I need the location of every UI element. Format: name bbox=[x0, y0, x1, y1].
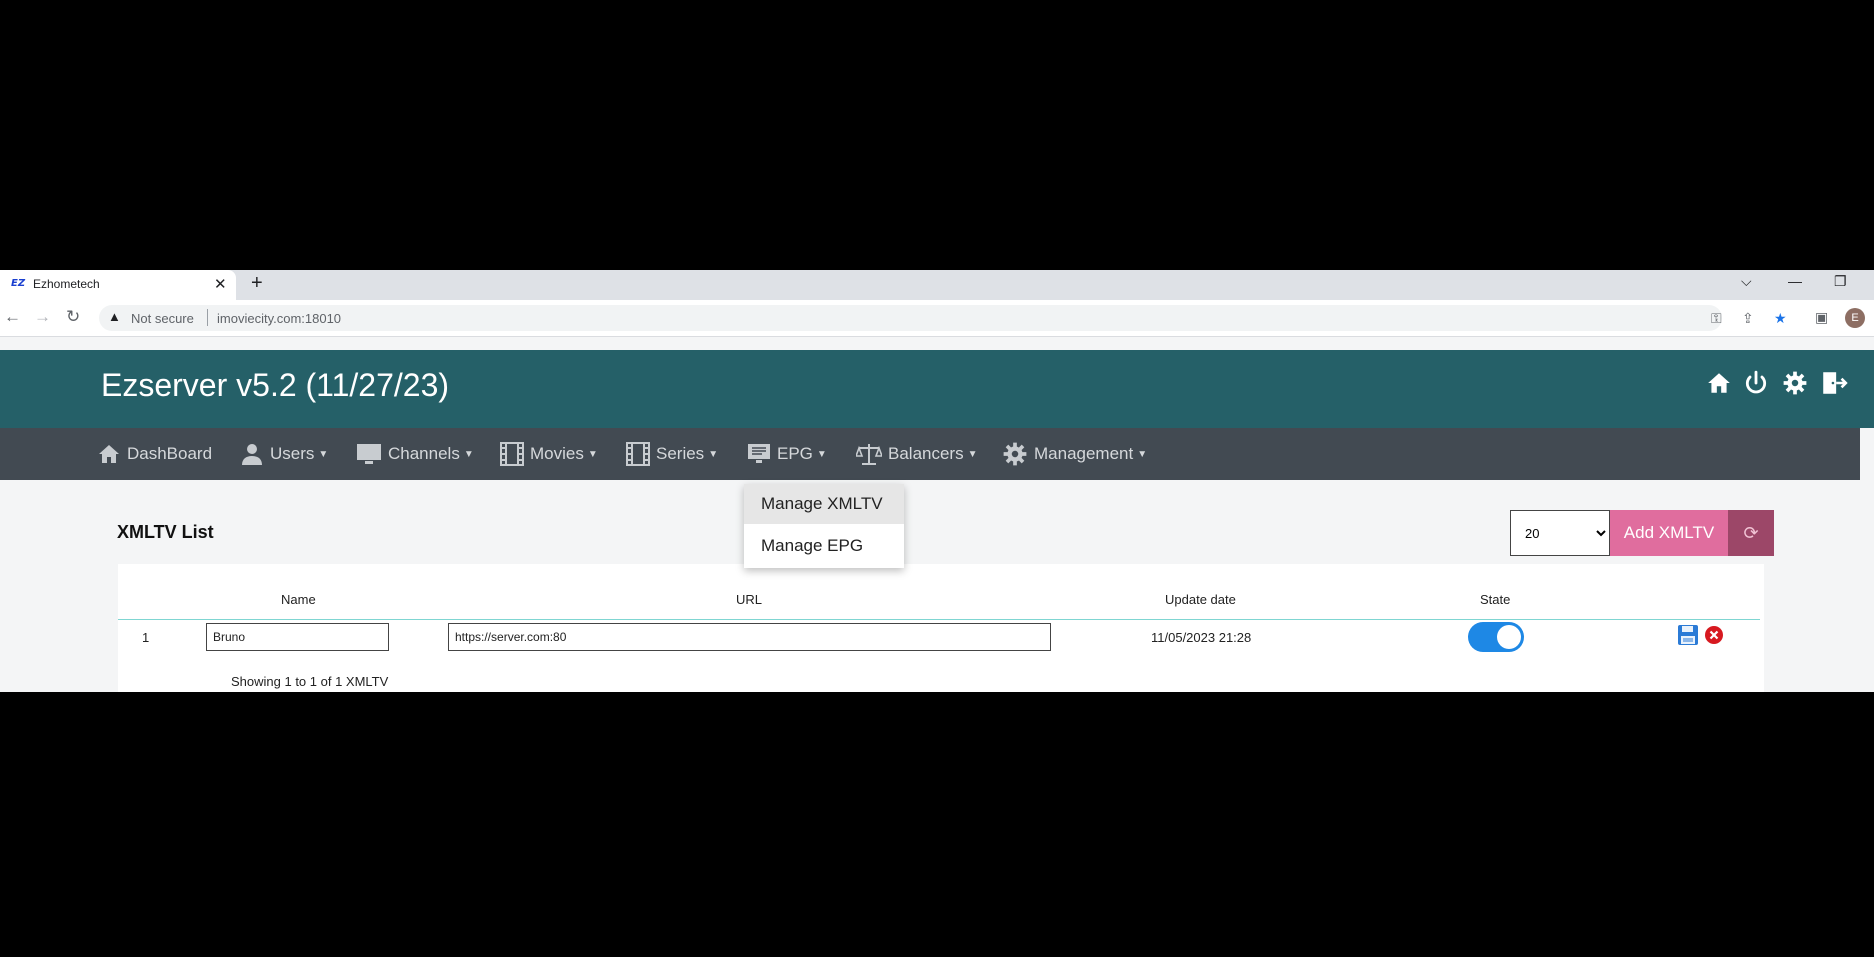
tab-close-icon[interactable]: ✕ bbox=[214, 275, 227, 293]
menu-item-manage-xmltv[interactable]: Manage XMLTV bbox=[744, 484, 904, 524]
settings-icon[interactable] bbox=[1782, 370, 1808, 401]
power-icon[interactable] bbox=[1743, 370, 1769, 401]
tab-title: Ezhometech bbox=[33, 277, 100, 291]
bookmark-star-icon[interactable]: ★ bbox=[1774, 310, 1787, 327]
back-icon[interactable]: ← bbox=[4, 307, 21, 327]
address-bar[interactable]: ▲ Not secure imoviecity.com:18010 ⚿ ⇪ bbox=[99, 305, 1754, 331]
forward-icon[interactable]: → bbox=[34, 307, 51, 327]
save-icon[interactable] bbox=[1677, 624, 1699, 651]
app-brand: Ezserver v5.2 (11/27/23) bbox=[101, 367, 450, 403]
nav-label: Users bbox=[270, 444, 315, 463]
menu-item-manage-epg[interactable]: Manage EPG bbox=[744, 526, 904, 566]
browser-window: EZ Ezhometech ✕ + ⌵ — ❐ ← → ↻ ▲ Not secu… bbox=[0, 270, 1874, 692]
nav-label: Series bbox=[656, 444, 705, 463]
caret-down-icon: ▼ bbox=[318, 448, 329, 460]
table-info: Showing 1 to 1 of 1 XMLTV bbox=[231, 674, 389, 689]
row-index: 1 bbox=[142, 630, 150, 645]
header-divider bbox=[118, 619, 1760, 620]
nav-label: Movies bbox=[530, 444, 584, 463]
name-input[interactable]: Bruno bbox=[206, 623, 389, 651]
monitor-icon bbox=[357, 444, 381, 464]
toggle-knob bbox=[1497, 625, 1521, 649]
nav-label: Management bbox=[1034, 444, 1134, 463]
column-header-state: State bbox=[1480, 592, 1511, 607]
film-icon bbox=[500, 442, 524, 466]
reload-icon[interactable]: ↻ bbox=[66, 307, 80, 327]
add-xmltv-button[interactable]: Add XMLTV bbox=[1610, 510, 1728, 556]
nav-dashboard[interactable]: DashBoard bbox=[97, 428, 212, 480]
restore-icon[interactable]: ❐ bbox=[1834, 273, 1847, 290]
epg-dropdown-menu: Manage XMLTV Manage EPG bbox=[744, 484, 904, 568]
column-header-url: URL bbox=[736, 592, 763, 607]
side-panel-icon[interactable]: ▣ bbox=[1815, 309, 1828, 326]
caret-down-icon: ▼ bbox=[1137, 448, 1148, 460]
url-text[interactable]: imoviecity.com:18010 bbox=[217, 311, 341, 326]
browser-tab[interactable]: EZ Ezhometech ✕ bbox=[0, 270, 236, 300]
nav-channels[interactable]: Channels ▼ bbox=[356, 428, 474, 480]
scale-icon bbox=[856, 444, 882, 465]
key-icon[interactable]: ⚿ bbox=[1711, 310, 1722, 327]
nav-management[interactable]: Management ▼ bbox=[1002, 428, 1147, 480]
logout-icon[interactable] bbox=[1820, 370, 1848, 401]
nav-users[interactable]: Users ▼ bbox=[240, 428, 328, 480]
caret-down-icon: ▼ bbox=[816, 448, 827, 460]
warning-icon[interactable]: ▲ bbox=[108, 309, 121, 324]
tab-search-icon[interactable]: ⌵ bbox=[1741, 273, 1752, 290]
profile-avatar[interactable]: E bbox=[1845, 308, 1865, 328]
column-header-update-date: Update date bbox=[1165, 592, 1236, 607]
refresh-icon: ⟳ bbox=[1743, 523, 1759, 543]
address-separator bbox=[207, 309, 208, 326]
caret-down-icon: ▼ bbox=[463, 448, 474, 460]
app-header: Ezserver v5.2 (11/27/23) bbox=[0, 350, 1874, 428]
new-tab-button[interactable]: + bbox=[251, 272, 263, 295]
nav-balancers[interactable]: Balancers ▼ bbox=[856, 428, 978, 480]
update-date: 11/05/2023 21:28 bbox=[1151, 630, 1252, 645]
security-label[interactable]: Not secure bbox=[131, 311, 194, 326]
favicon-icon: EZ bbox=[11, 278, 26, 289]
nav-label: EPG bbox=[777, 444, 813, 463]
user-icon bbox=[242, 444, 262, 465]
main-navbar: DashBoard Users ▼ Channels ▼ Movies ▼ Serie… bbox=[0, 428, 1860, 480]
nav-movies[interactable]: Movies ▼ bbox=[500, 428, 598, 480]
caret-down-icon: ▼ bbox=[967, 448, 978, 460]
delete-icon[interactable] bbox=[1705, 626, 1723, 649]
home-icon[interactable] bbox=[1706, 370, 1732, 401]
column-header-name: Name bbox=[281, 592, 316, 607]
nav-series[interactable]: Series ▼ bbox=[626, 428, 718, 480]
refresh-button[interactable]: ⟳ bbox=[1728, 510, 1774, 556]
page-title: XMLTV List bbox=[117, 522, 214, 542]
epg-icon bbox=[748, 444, 770, 463]
share-icon[interactable]: ⇪ bbox=[1742, 310, 1754, 327]
browser-toolbar: ← → ↻ ▲ Not secure imoviecity.com:18010 … bbox=[0, 300, 1874, 337]
state-toggle[interactable] bbox=[1468, 622, 1524, 652]
tab-strip: EZ Ezhometech ✕ + ⌵ — ❐ bbox=[0, 270, 1874, 300]
nav-label: Channels bbox=[388, 444, 460, 463]
home-icon bbox=[99, 445, 119, 463]
nav-label: Balancers bbox=[888, 444, 964, 463]
gear-icon bbox=[1003, 442, 1027, 466]
url-input[interactable]: https://server.com:80 bbox=[448, 623, 1051, 651]
nav-epg[interactable]: EPG ▼ bbox=[747, 428, 827, 480]
caret-down-icon: ▼ bbox=[587, 448, 598, 460]
page-size-select[interactable]: 20 bbox=[1510, 510, 1610, 556]
minimize-icon[interactable]: — bbox=[1788, 273, 1802, 289]
film-icon bbox=[626, 442, 650, 466]
caret-down-icon: ▼ bbox=[708, 448, 719, 460]
nav-label: DashBoard bbox=[127, 444, 213, 463]
xmltv-table: Name URL Update date State 1 Bruno https… bbox=[118, 564, 1764, 692]
